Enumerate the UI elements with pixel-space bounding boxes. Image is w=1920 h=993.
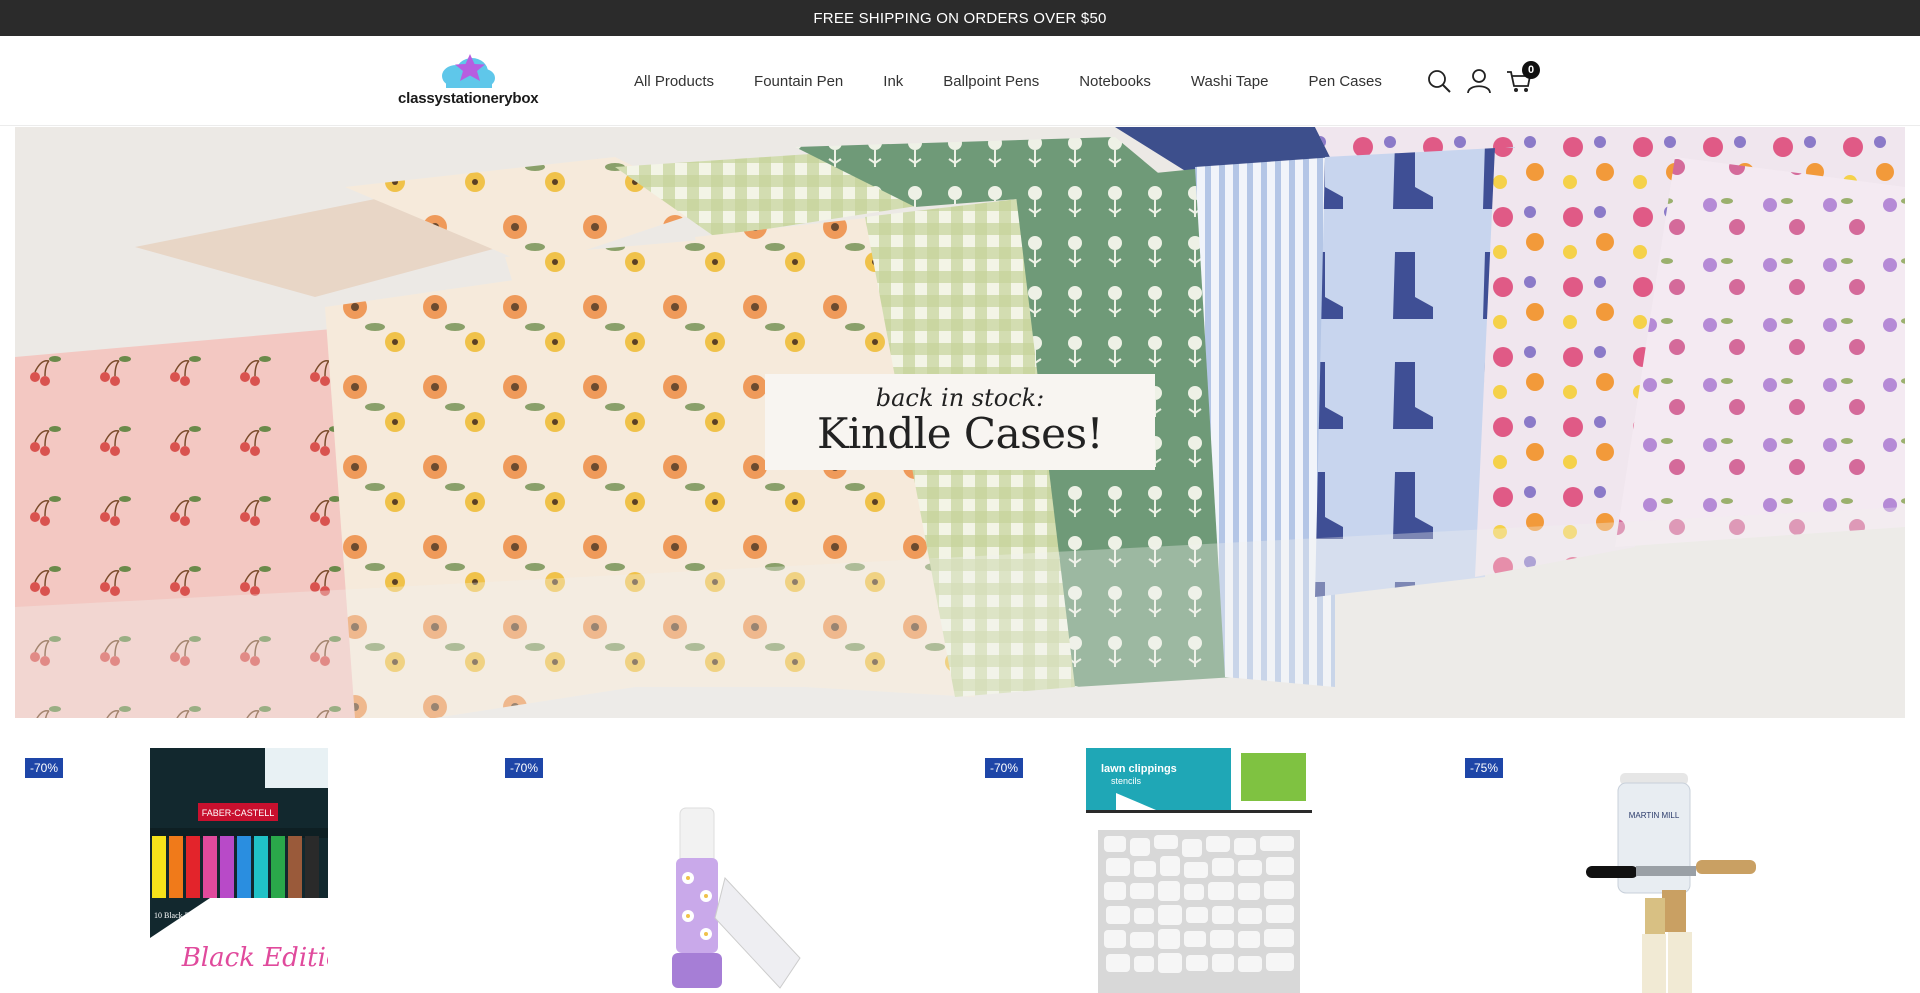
announcement-bar: FREE SHIPPING ON ORDERS OVER $50 bbox=[0, 0, 1920, 36]
product-grid: -70% FABER-CASTELL 10 Black Edition Blac… bbox=[0, 740, 1920, 993]
site-header: classystationerybox All Products Fountai… bbox=[0, 36, 1920, 126]
nav-fountain-pen[interactable]: Fountain Pen bbox=[754, 73, 843, 90]
product-image[interactable]: FABER-CASTELL 10 Black Edition Black Edi… bbox=[150, 748, 328, 993]
main-nav: All Products Fountain Pen Ink Ballpoint … bbox=[634, 36, 1422, 126]
discount-badge: -75% bbox=[1465, 758, 1504, 778]
discount-badge: -70% bbox=[25, 758, 64, 778]
announcement-text: FREE SHIPPING ON ORDERS OVER $50 bbox=[813, 9, 1107, 27]
product-image[interactable] bbox=[630, 748, 830, 993]
svg-text:10 Black Edition: 10 Black Edition bbox=[154, 911, 208, 920]
account-icon[interactable] bbox=[1464, 66, 1494, 96]
brand-name: classystationerybox bbox=[398, 90, 539, 107]
hero-caption: back in stock: Kindle Cases! bbox=[765, 374, 1155, 470]
search-icon[interactable] bbox=[1424, 66, 1454, 96]
nav-washi-tape[interactable]: Washi Tape bbox=[1191, 73, 1269, 90]
svg-text:FABER-CASTELL: FABER-CASTELL bbox=[202, 808, 275, 818]
cart-count-badge: 0 bbox=[1522, 61, 1540, 79]
logo[interactable]: classystationerybox bbox=[398, 52, 548, 112]
product-card[interactable]: -75% MARTIN MILL bbox=[1440, 740, 1920, 993]
svg-text:lawn clippings: lawn clippings bbox=[1101, 763, 1177, 775]
discount-badge: -70% bbox=[505, 758, 544, 778]
product-card[interactable]: -70% lawn clippings stencils bbox=[960, 740, 1440, 993]
svg-text:MARTIN MILL: MARTIN MILL bbox=[1629, 811, 1680, 820]
hero-banner[interactable]: back in stock: Kindle Cases! bbox=[15, 127, 1905, 718]
svg-text:stencils: stencils bbox=[1111, 776, 1142, 786]
cart-icon[interactable]: 0 bbox=[1504, 61, 1540, 96]
header-icons: 0 bbox=[1424, 36, 1544, 126]
discount-badge: -70% bbox=[985, 758, 1024, 778]
product-image[interactable]: lawn clippings stencils bbox=[1086, 748, 1312, 993]
nav-notebooks[interactable]: Notebooks bbox=[1079, 73, 1151, 90]
nav-pen-cases[interactable]: Pen Cases bbox=[1308, 73, 1381, 90]
hero-kicker: back in stock: bbox=[875, 383, 1045, 412]
nav-all-products[interactable]: All Products bbox=[634, 73, 714, 90]
logo-mark-icon bbox=[442, 54, 495, 88]
product-image[interactable]: MARTIN MILL bbox=[1570, 748, 1800, 993]
product-card[interactable]: -70% bbox=[480, 740, 960, 993]
nav-ink[interactable]: Ink bbox=[883, 73, 903, 90]
product-card[interactable]: -70% FABER-CASTELL 10 Black Edition Blac… bbox=[0, 740, 480, 993]
svg-text:Black Edition: Black Edition bbox=[181, 943, 328, 973]
nav-ballpoint-pens[interactable]: Ballpoint Pens bbox=[943, 73, 1039, 90]
hero-title: Kindle Cases! bbox=[817, 408, 1103, 458]
